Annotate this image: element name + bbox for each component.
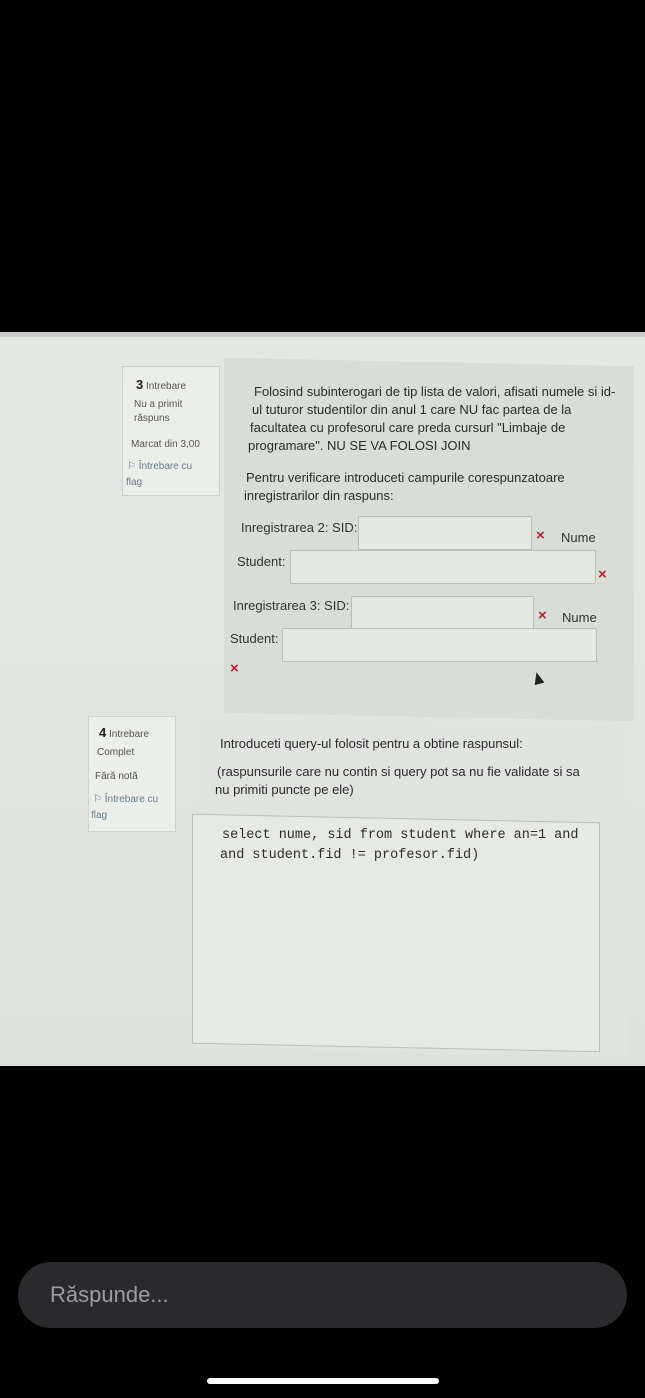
question-4-flag-label: Întrebare cu — [104, 794, 159, 805]
question-3-info: 3 Intrebare Nu a primit răspuns Marcat d… — [122, 366, 220, 496]
record-2-nume-label: Nume — [561, 530, 596, 545]
question-3-instruction-line-1: Pentru verificare introduceti campurile … — [246, 470, 565, 485]
record-3-sid-label: Inregistrarea 3: SID: — [233, 598, 350, 613]
question-4-flag-toggle[interactable]: ⚐ Întrebare cu — [93, 794, 158, 805]
record-3-sid-error-icon: × — [538, 607, 547, 624]
home-indicator[interactable] — [207, 1378, 439, 1384]
record-2-sid-input[interactable] — [358, 516, 532, 550]
reply-placeholder: Răspunde... — [50, 1282, 169, 1307]
question-4-grade: Fără notă — [95, 771, 138, 782]
question-3-text-line-2: ul tuturor studentilor din anul 1 care N… — [252, 402, 572, 417]
question-4-header: 4 Intrebare — [99, 725, 149, 740]
question-4-text-line-2: (raspunsurile care nu contin si query po… — [217, 764, 580, 779]
question-3-text-line-3: facultatea cu profesorul care preda curs… — [250, 420, 566, 435]
quiz-photo: 3 Intrebare Nu a primit răspuns Marcat d… — [0, 332, 645, 1066]
question-3-header: 3 Intrebare — [136, 377, 186, 392]
record-2-student-label: Student: — [237, 554, 286, 569]
question-3-flag-label: Întrebare cu — [138, 461, 193, 472]
question-3-status-line1: Nu a primit — [134, 399, 183, 410]
question-3-flag-toggle[interactable]: ⚐ Întrebare cu — [127, 461, 192, 472]
record-2-sid-error-icon: × — [536, 527, 545, 544]
question-4-flag-label-2[interactable]: flag — [91, 810, 107, 821]
question-3-flag-label-2[interactable]: flag — [126, 477, 142, 488]
question-4-status: Complet — [97, 747, 135, 758]
flag-icon: ⚐ — [93, 794, 102, 805]
question-3-label: Intrebare — [146, 381, 187, 392]
question-3-text-line-1: Folosind subinterogari de tip lista de v… — [254, 384, 616, 399]
record-3-sid-input[interactable] — [351, 596, 534, 630]
question-4-text-line-3: nu primiti puncte pe ele) — [215, 782, 354, 797]
flag-icon: ⚐ — [127, 461, 136, 472]
question-4-info: 4 Intrebare Complet Fără notă ⚐ Întrebar… — [88, 716, 176, 832]
question-4-number: 4 — [99, 725, 107, 740]
question-4-label: Intrebare — [109, 729, 150, 740]
record-2-student-input[interactable] — [290, 550, 596, 584]
question-4-text-line-1: Introduceti query-ul folosit pentru a ob… — [220, 736, 523, 751]
record-2-sid-label: Inregistrarea 2: SID: — [241, 520, 358, 535]
question-3-instruction-line-2: inregistrarilor din raspuns: — [244, 488, 394, 503]
record-3-student-error-icon: × — [230, 660, 239, 677]
reply-input[interactable]: Răspunde... — [18, 1262, 627, 1328]
record-3-student-label: Student: — [230, 631, 279, 646]
query-answer-line-1: select nume, sid from student where an=1… — [222, 828, 579, 843]
question-3-number: 3 — [136, 377, 144, 392]
query-answer-line-2: and student.fid != profesor.fid) — [220, 848, 480, 863]
record-3-student-input[interactable] — [282, 628, 597, 662]
record-2-student-error-icon: × — [598, 566, 607, 583]
question-3-marked: Marcat din 3,00 — [131, 439, 200, 450]
record-3-nume-label: Nume — [562, 610, 597, 625]
screen-edge — [0, 332, 645, 337]
question-3-status-line2: răspuns — [134, 413, 170, 424]
question-3-text-line-4: programare". NU SE VA FOLOSI JOIN — [248, 438, 471, 453]
